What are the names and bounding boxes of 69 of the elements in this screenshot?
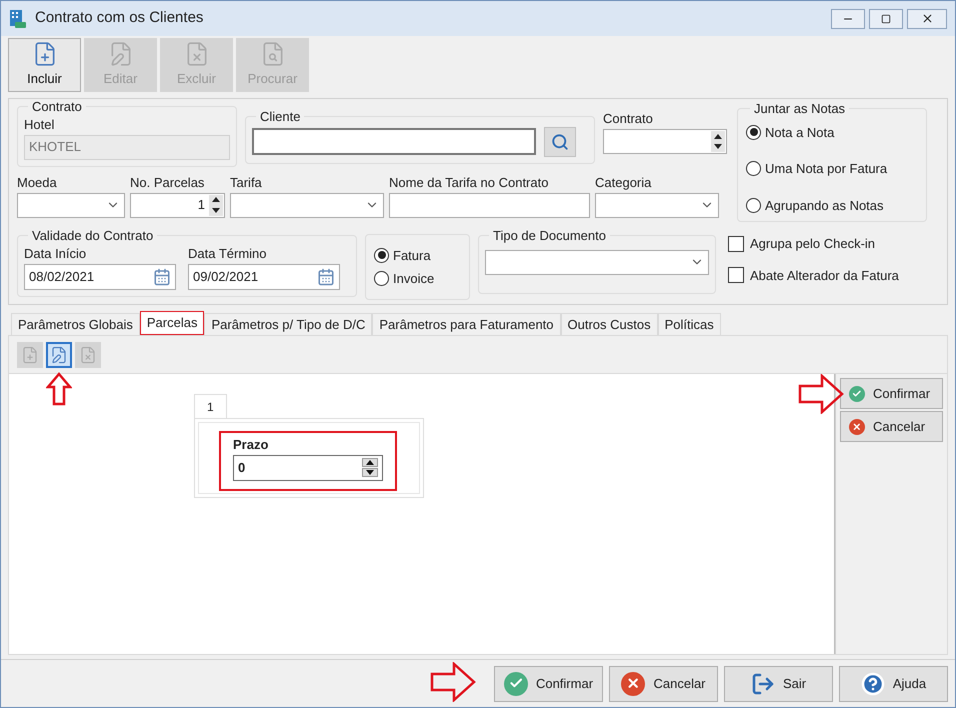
field-label: No. Parcelas xyxy=(130,174,206,190)
field-label: Hotel xyxy=(24,116,56,132)
spinner-field[interactable] xyxy=(603,129,727,154)
group-title: Cliente xyxy=(259,108,302,126)
field-label: Tarifa xyxy=(230,174,263,190)
text-field[interactable] xyxy=(389,192,590,218)
field-label: Data Início xyxy=(24,246,88,262)
page-tab[interactable]: 1 xyxy=(194,394,227,418)
delete-document-icon xyxy=(79,346,97,364)
field-label: Data Término xyxy=(188,246,268,262)
tab[interactable]: Outros Custos xyxy=(560,313,658,335)
calendar-icon xyxy=(317,268,335,286)
hotel-field[interactable]: KHOTEL xyxy=(24,134,230,160)
spin-arrows-icon[interactable] xyxy=(362,458,378,478)
footer-button[interactable]: Sair xyxy=(724,666,833,702)
search-icon xyxy=(551,132,569,150)
toolbar-button[interactable]: Incluir xyxy=(8,38,81,92)
new-document-icon xyxy=(21,346,39,364)
calendar-icon xyxy=(153,268,171,286)
radio-option[interactable]: Nota a Nota xyxy=(746,122,920,142)
tab[interactable]: Parâmetros p/ Tipo de D/C xyxy=(204,313,372,335)
window-title: Contrato com os Clientes xyxy=(35,8,204,28)
field-label: Moeda xyxy=(17,174,58,190)
client-field[interactable] xyxy=(252,128,536,155)
group-title: Validade do Contrato xyxy=(31,227,154,245)
field-label: Nome da Tarifa no Contrato xyxy=(389,174,550,190)
checkbox[interactable] xyxy=(728,267,744,284)
checkbox[interactable] xyxy=(728,236,744,252)
tab[interactable]: Parâmetros para Faturamento xyxy=(372,313,561,335)
footer-button[interactable]: Cancelar xyxy=(609,666,718,702)
group-title: Contrato xyxy=(31,98,83,116)
radio-option[interactable]: Agrupando as Notas xyxy=(746,196,920,215)
group-title: Tipo de Documento xyxy=(492,227,607,245)
side-button[interactable]: Confirmar xyxy=(840,378,943,409)
date-field[interactable]: 09/02/2021 xyxy=(188,264,340,290)
checkbox-option[interactable]: Abate Alterador da Fatura xyxy=(728,266,899,285)
search-button[interactable] xyxy=(544,126,576,156)
checkbox-option[interactable]: Agrupa pelo Check-in xyxy=(728,234,899,254)
tab[interactable]: Parâmetros Globais xyxy=(11,313,140,335)
footer-button[interactable]: Confirmar xyxy=(494,666,603,702)
close-icon xyxy=(920,12,934,25)
radio-option[interactable]: Fatura xyxy=(374,246,469,265)
tab[interactable]: Políticas xyxy=(658,313,721,335)
side-button[interactable]: Cancelar xyxy=(840,411,943,442)
toolbar-icon-button[interactable] xyxy=(46,342,72,368)
help-icon xyxy=(860,672,885,696)
check-icon xyxy=(849,386,865,402)
footer-button[interactable]: Ajuda xyxy=(839,666,948,702)
edit-document-icon xyxy=(50,346,68,364)
spin-arrows-icon[interactable] xyxy=(711,131,725,152)
tab[interactable]: Parcelas xyxy=(140,311,204,336)
prazo-field[interactable]: 0 xyxy=(233,455,383,481)
door-exit-icon xyxy=(750,672,775,696)
spin-arrows-icon[interactable] xyxy=(209,194,223,216)
close-icon xyxy=(621,672,646,696)
close-icon xyxy=(849,418,865,434)
group-title: Juntar as Notas xyxy=(753,100,846,118)
field-label: Categoria xyxy=(595,174,652,190)
building-icon xyxy=(9,8,27,28)
field-label: Prazo xyxy=(233,437,270,453)
maximize-button[interactable] xyxy=(869,8,903,28)
spinner-field[interactable]: 1 xyxy=(130,192,225,218)
radio-option[interactable]: Invoice xyxy=(374,269,469,288)
date-field[interactable]: 08/02/2021 xyxy=(24,264,176,290)
close-button[interactable] xyxy=(907,8,947,28)
check-icon xyxy=(504,672,528,696)
radio-option[interactable]: Uma Nota por Fatura xyxy=(746,159,920,178)
field-label: Contrato xyxy=(603,111,654,127)
maximize-icon xyxy=(881,14,891,24)
